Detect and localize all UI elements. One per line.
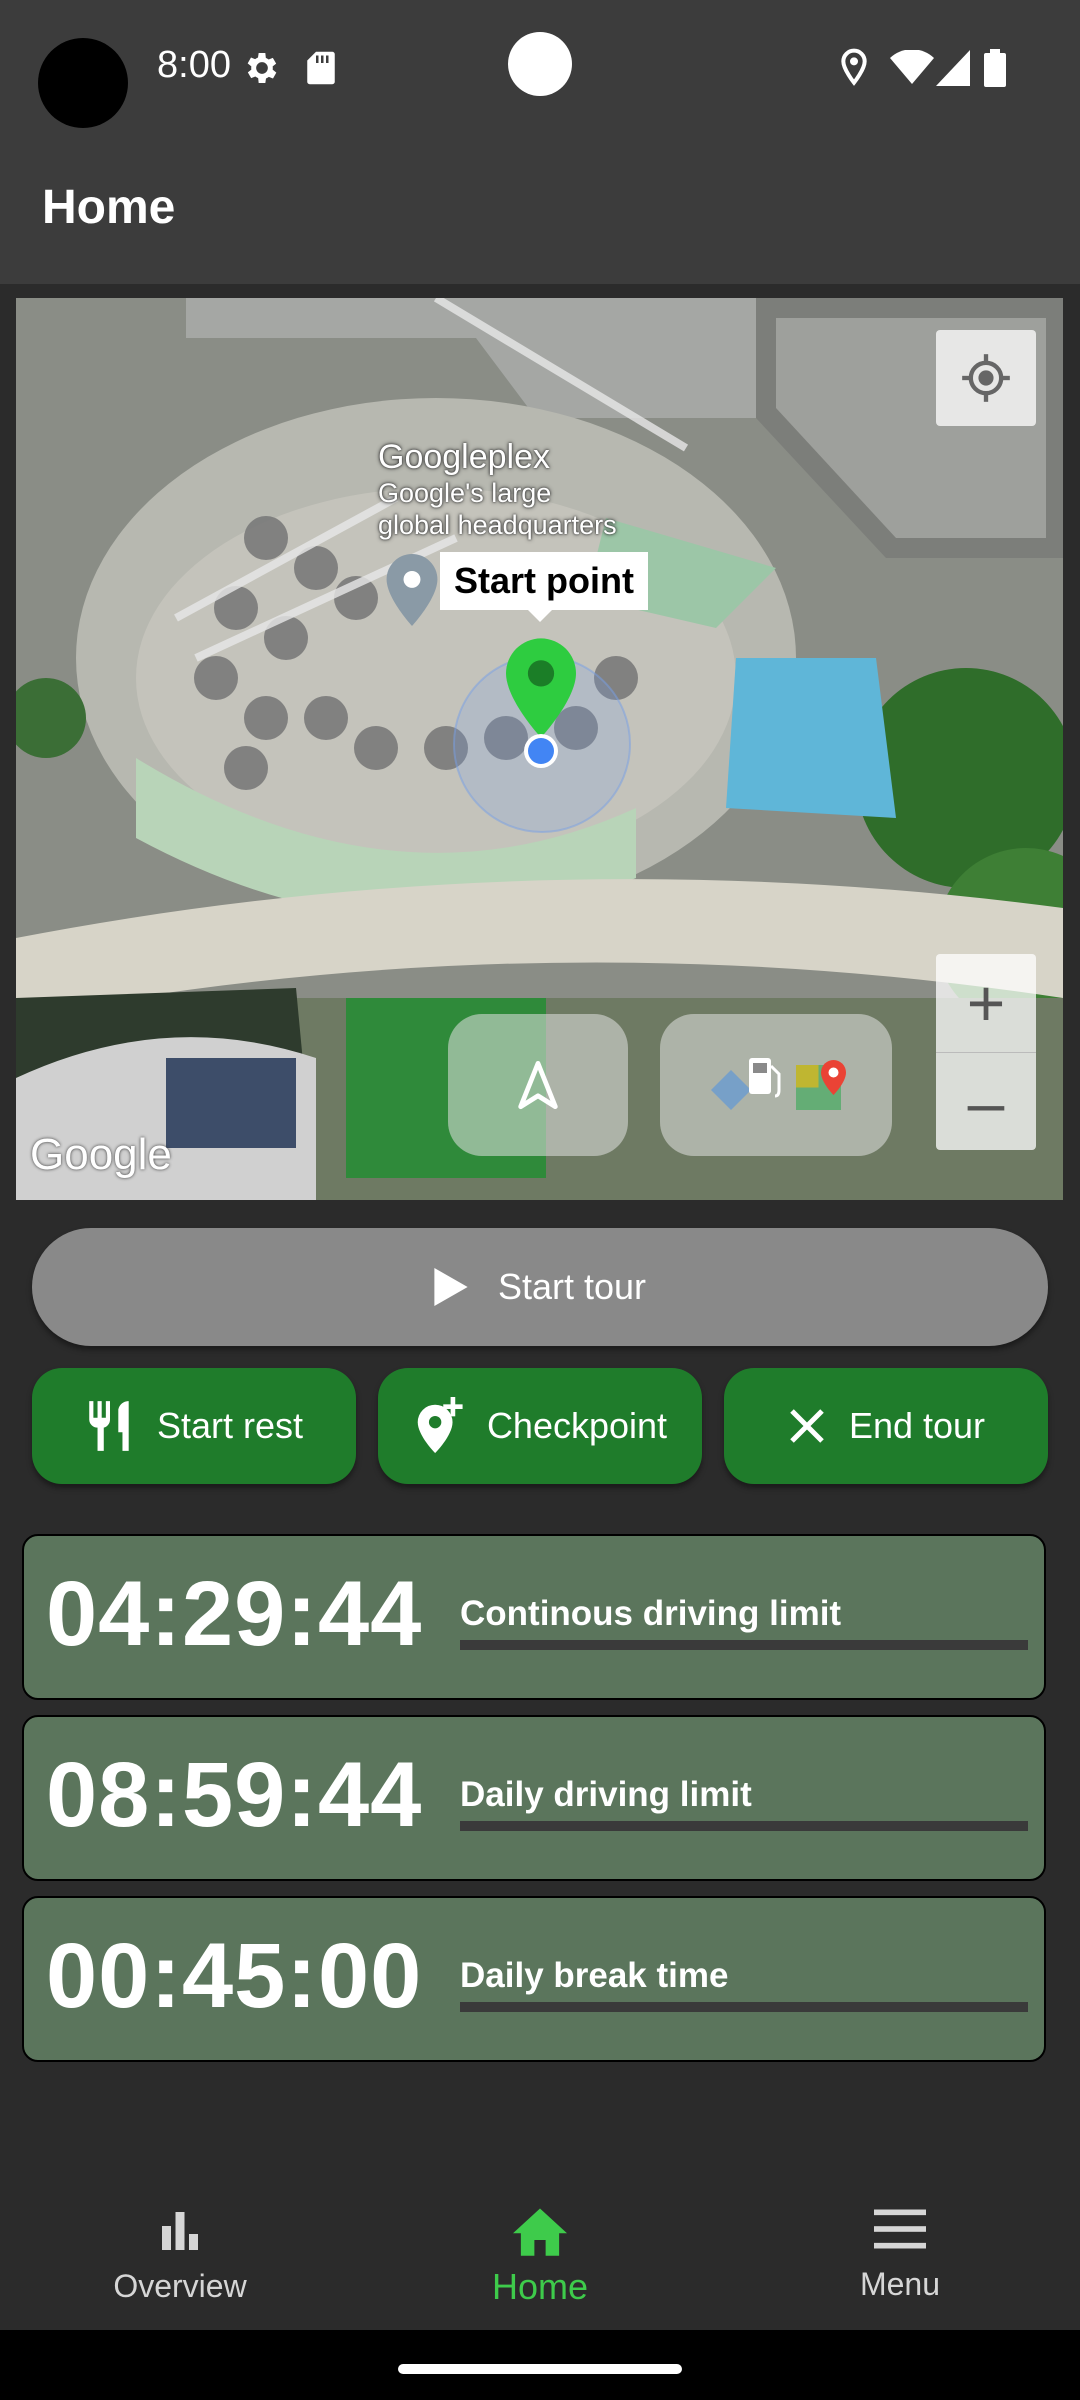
nav-item-home[interactable]: Home [390,2206,690,2308]
poi-description-line2: global headquarters [378,510,617,540]
poi-name: Googleplex [378,438,551,476]
map-view[interactable]: Googleplex Google's large global headqua… [16,298,1063,1200]
end-tour-label: End tour [848,1405,986,1446]
nav-item-menu[interactable]: Menu [750,2206,1050,2303]
battery-icon [984,48,1006,88]
home-screen: 8:00 Home Googleplex Google's large glob… [0,0,1080,2400]
nav-label-home: Home [491,2266,589,2307]
notification-dot [508,32,572,96]
home-icon [513,2208,567,2256]
wifi-icon [890,48,934,88]
start-rest-label: Start rest [156,1405,304,1446]
status-time: 8:00 [157,44,231,86]
timer-label: Continous driving limit [460,1594,842,1633]
timer-progress-bar [460,2002,1028,2012]
front-camera-cutout [38,38,128,128]
my-location-dot-icon [524,734,558,768]
close-icon [790,1409,824,1443]
page-title: Home [42,181,176,234]
google-maps-icon [796,1060,846,1110]
end-tour-button[interactable]: End tour [724,1368,1048,1484]
gesture-handle[interactable] [398,2364,682,2374]
fork-knife-icon [89,1401,129,1451]
bottom-navigation: Overview Home Menu [0,2170,1080,2330]
timer-card-daily-driving: 08:59:44 Daily driving limit [22,1715,1046,1881]
navigate-button[interactable] [448,1014,628,1156]
marker-callout[interactable]: Start point [440,552,648,622]
timer-value: 04:29:44 [46,1563,423,1665]
hamburger-menu-icon [874,2209,926,2249]
checkpoint-button[interactable]: Checkpoint [378,1368,702,1484]
start-point-marker-icon[interactable] [506,638,576,738]
zoom-out-button[interactable]: – [936,1052,1036,1150]
poi-pin-icon[interactable] [386,554,438,626]
poi-description-line1: Google's large [378,478,552,508]
fuel-station-icon [711,1058,781,1110]
bar-chart-icon [162,2212,198,2250]
timer-value: 00:45:00 [46,1925,423,2027]
google-attribution: Google [30,1130,172,1179]
zoom-controls: + – [936,954,1036,1150]
timer-value: 08:59:44 [46,1744,423,1846]
nav-label-menu: Menu [859,2266,941,2302]
checkpoint-label: Checkpoint [486,1405,668,1446]
location-icon [838,48,870,88]
play-icon [434,1268,468,1306]
start-rest-button[interactable]: Start rest [32,1368,356,1484]
timer-progress-bar [460,1821,1028,1831]
my-location-button[interactable] [936,330,1036,426]
cell-signal-icon [936,48,970,88]
zoom-in-button[interactable]: + [936,954,1036,1052]
nav-label-overview: Overview [113,2268,247,2304]
add-location-icon [417,1397,463,1454]
settings-gear-icon [242,48,282,88]
start-tour-button[interactable]: Start tour [32,1228,1048,1346]
timer-label: Daily driving limit [460,1775,752,1814]
start-tour-label: Start tour [497,1266,647,1307]
top-app-area: 8:00 Home [0,0,1080,284]
timer-card-daily-break: 00:45:00 Daily break time [22,1896,1046,2062]
sd-card-icon [306,48,336,88]
navigation-arrow-icon [518,1060,558,1110]
timer-card-continuous-driving: 04:29:44 Continous driving limit [22,1534,1046,1700]
crosshair-icon [962,354,1010,402]
open-in-maps-button[interactable] [660,1014,892,1156]
timer-progress-bar [460,1640,1028,1650]
timer-label: Daily break time [460,1956,729,1995]
nav-item-overview[interactable]: Overview [30,2206,330,2305]
